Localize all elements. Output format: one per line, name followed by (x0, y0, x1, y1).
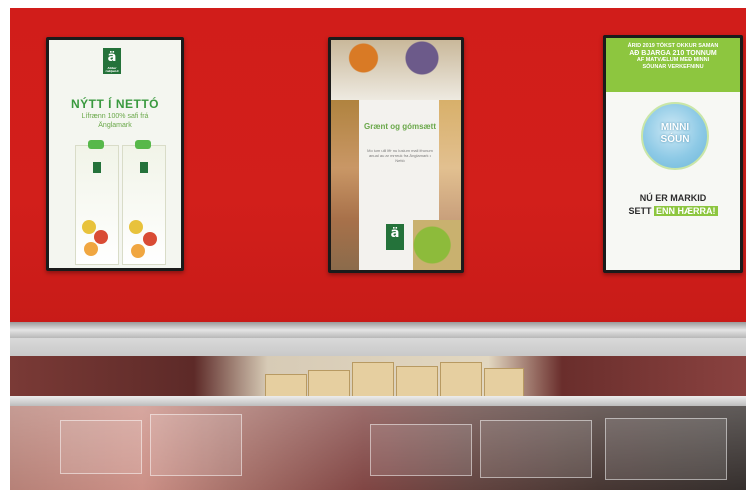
left-headline: NÝTT Í NETTÓ (71, 97, 159, 111)
vegetables-image (331, 40, 461, 100)
product-box (396, 366, 438, 400)
shelf-rail (10, 396, 746, 406)
juice-carton-image (122, 140, 166, 265)
middle-body-text: Mo ium ulll lffr nu lusium mall ifrunum … (367, 148, 433, 163)
glass-front (10, 406, 746, 490)
middle-headline: Grænt og gómsætt (364, 122, 436, 131)
middle-display-panel: Grænt og gómsætt Mo ium ulll lffr nu lus… (328, 37, 464, 273)
left-display-panel: ä Aldur rakjund NÝTT Í NETTÓ Lífrænn 100… (46, 37, 184, 271)
product-box (352, 362, 394, 400)
banner-line: AÐ BJARGA 210 TONNUM (629, 50, 717, 57)
banner-text: ÁRID 2019 TÓKST OKKUR SAMAN AÐ BJARGA 21… (610, 43, 736, 71)
store-photo: ä Aldur rakjund NÝTT Í NETTÓ Lífrænn 100… (0, 0, 752, 490)
globe-label: MINNI SÓUN (643, 122, 707, 146)
vegetables-image (413, 220, 461, 270)
counter-trim (10, 322, 746, 338)
vegetables-image (331, 100, 359, 270)
logo-glyph: ä (107, 50, 117, 65)
left-subtext: Lífrænn 100% safi frá Änglamark (81, 113, 149, 129)
brand-logo: ä Aldur rakjund (103, 48, 121, 74)
right-display-panel: ÁRID 2019 TÓKST OKKUR SAMAN AÐ BJARGA 21… (603, 35, 743, 273)
green-banner: ÁRID 2019 TÓKST OKKUR SAMAN AÐ BJARGA 21… (606, 38, 740, 92)
globe-line: MINNI (660, 122, 690, 133)
right-line-2-highlight: ENN HÆRRA! (654, 206, 718, 216)
banner-line: ÁRID 2019 TÓKST OKKUR SAMAN (627, 43, 719, 49)
right-line-2-pre: SETT (628, 206, 652, 216)
juice-carton-image (75, 140, 119, 265)
brand-logo: ä (386, 224, 404, 250)
right-line-1: NÚ ER MARKID (639, 193, 707, 203)
globe-icon: MINNI SÓUN (641, 102, 709, 170)
logo-subtext: Aldur rakjund (105, 66, 119, 73)
banner-line: AF MATVÆLUM MEÐ MINNI (636, 57, 710, 63)
logo-glyph: ä (390, 226, 400, 241)
banner-line: SÓUNAR VERKEFNINU (642, 64, 704, 70)
right-line-2: SETT ENN HÆRRA! (606, 206, 740, 216)
product-box (440, 362, 482, 400)
globe-line: SÓUN (660, 134, 690, 145)
